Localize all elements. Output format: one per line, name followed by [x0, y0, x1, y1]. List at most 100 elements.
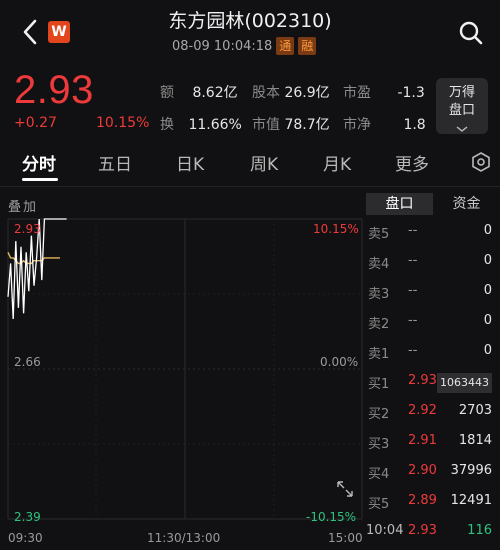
sell-level-row: 卖1 -- 0 [368, 343, 494, 367]
level-price: 2.93 [408, 523, 437, 538]
orderbook-tabs: 盘口 资金 [366, 193, 500, 215]
stat-turnover: 换 11.66% [160, 114, 242, 134]
level-label: 卖3 [368, 287, 390, 302]
expand-chart-icon[interactable] [337, 481, 353, 497]
level-volume: 2703 [458, 403, 492, 418]
sell-level-row: 卖4 -- 0 [368, 253, 494, 277]
tab-daily-k[interactable]: 日K [176, 150, 204, 175]
level-price: 2.89 [408, 493, 437, 508]
level-price: 2.92 [408, 403, 437, 418]
pct-axis-mid: 0.00% [320, 355, 359, 369]
tab-more[interactable]: 更多 [395, 150, 429, 175]
header: W 东方园林(002310) 08-09 10:04:18 通 融 [0, 0, 500, 62]
x-axis-end: 15:00 [328, 531, 363, 545]
wande-line2: 盘口 [448, 103, 475, 118]
level-label: 卖1 [368, 347, 390, 362]
stat-pb: 市净 1.8 [343, 114, 426, 134]
pct-axis-top: 10.15% [313, 222, 359, 236]
tong-badge: 通 [276, 37, 295, 55]
stat-pb-value: 1.8 [403, 117, 426, 133]
level-price: -- [408, 253, 418, 268]
level-label: 买1 [368, 377, 390, 392]
stat-amount-value: 8.62亿 [192, 85, 238, 101]
buy-level-row: 买5 2.89 12491 [368, 493, 494, 517]
buy-level-row: 买3 2.91 1814 [368, 433, 494, 457]
level-label: 卖4 [368, 257, 390, 272]
stat-amount: 额 8.62亿 [160, 82, 238, 102]
level-volume: 1814 [458, 433, 492, 448]
stat-pe-value: -1.3 [397, 85, 425, 101]
level-price: -- [408, 283, 418, 298]
pct-axis-bottom: -10.15% [306, 510, 357, 524]
stat-amount-label: 额 [160, 85, 174, 101]
wande-line1: 万得 [448, 85, 475, 100]
stat-share-label: 股本 [252, 85, 280, 101]
stat-turnover-label: 换 [160, 117, 174, 133]
price-change-percent: 10.15% [96, 115, 150, 131]
tab-orderbook[interactable]: 盘口 [366, 193, 433, 215]
tab-intraday[interactable]: 分时 [22, 150, 56, 175]
active-tab-indicator [22, 178, 58, 181]
level-label: 卖5 [368, 227, 390, 242]
y-axis-mid: 2.66 [14, 355, 41, 369]
page-title: 东方园林(002310) [168, 10, 332, 32]
stat-pe-label: 市盈 [343, 85, 371, 101]
level-volume: 37996 [450, 463, 492, 478]
sell-level-row: 卖2 -- 0 [368, 313, 494, 337]
level-volume: 1063443 [437, 373, 492, 393]
settings-icon[interactable] [470, 151, 492, 173]
level-volume: 12491 [450, 493, 492, 508]
level-volume: 0 [483, 343, 492, 358]
level-price: -- [408, 223, 418, 238]
tabs-divider [0, 186, 500, 187]
level-label: 10:04 [366, 523, 404, 538]
buy-level-row: 买2 2.92 2703 [368, 403, 494, 427]
rong-badge: 融 [298, 37, 317, 55]
level-volume: 0 [483, 253, 492, 268]
price-change: +0.27 [14, 115, 57, 131]
level-volume: 0 [483, 283, 492, 298]
period-tabs: 分时 五日 日K 周K 月K 更多 [0, 146, 500, 182]
stat-pb-label: 市净 [343, 117, 371, 133]
stat-mcap-value: 78.7亿 [284, 117, 330, 133]
level-price: -- [408, 313, 418, 328]
level-label: 买2 [368, 407, 390, 422]
sell-level-row: 卖5 -- 0 [368, 223, 494, 247]
tab-capital-flow[interactable]: 资金 [433, 193, 500, 215]
chevron-down-icon [456, 126, 468, 132]
level-label: 买5 [368, 497, 390, 512]
buy-level-row: 买4 2.90 37996 [368, 463, 494, 487]
stat-share: 股本 26.9亿 [252, 82, 330, 102]
tab-weekly-k[interactable]: 周K [250, 150, 278, 175]
level-label: 买3 [368, 437, 390, 452]
stat-pe: 市盈 -1.3 [343, 82, 425, 102]
level-price: 2.93 [408, 373, 437, 388]
level-price: 2.90 [408, 463, 437, 478]
level-price: 2.91 [408, 433, 437, 448]
level-price: -- [408, 343, 418, 358]
overlay-toggle[interactable]: 叠加 [8, 196, 38, 215]
stat-mcap: 市值 78.7亿 [252, 114, 330, 134]
current-price: 2.93 [14, 68, 94, 112]
y-axis-bottom: 2.39 [14, 510, 41, 524]
level-volume: 116 [467, 523, 492, 538]
level-volume: 0 [483, 313, 492, 328]
level-volume: 0 [483, 223, 492, 238]
quote-meta: 08-09 10:04:18 通 融 [172, 37, 317, 55]
wande-orderbook-button[interactable]: 万得 盘口 [436, 78, 488, 134]
quote-datetime: 08-09 10:04:18 [172, 38, 273, 54]
tab-five-day[interactable]: 五日 [98, 150, 132, 175]
last-trade-row: 10:04 2.93 116 [366, 523, 494, 547]
stat-turnover-value: 11.66% [188, 117, 242, 133]
buy-level-row: 买1 2.93 1063443 [368, 373, 494, 397]
x-axis-start: 09:30 [8, 531, 43, 545]
y-axis-top: 2.93 [14, 222, 41, 236]
level-label: 买4 [368, 467, 390, 482]
intraday-chart[interactable] [0, 214, 366, 532]
level-label: 卖2 [368, 317, 390, 332]
stat-mcap-label: 市值 [252, 117, 280, 133]
tab-monthly-k[interactable]: 月K [323, 150, 351, 175]
stat-share-value: 26.9亿 [284, 85, 330, 101]
search-icon[interactable] [458, 20, 484, 46]
x-axis-mid: 11:30/13:00 [147, 531, 221, 545]
